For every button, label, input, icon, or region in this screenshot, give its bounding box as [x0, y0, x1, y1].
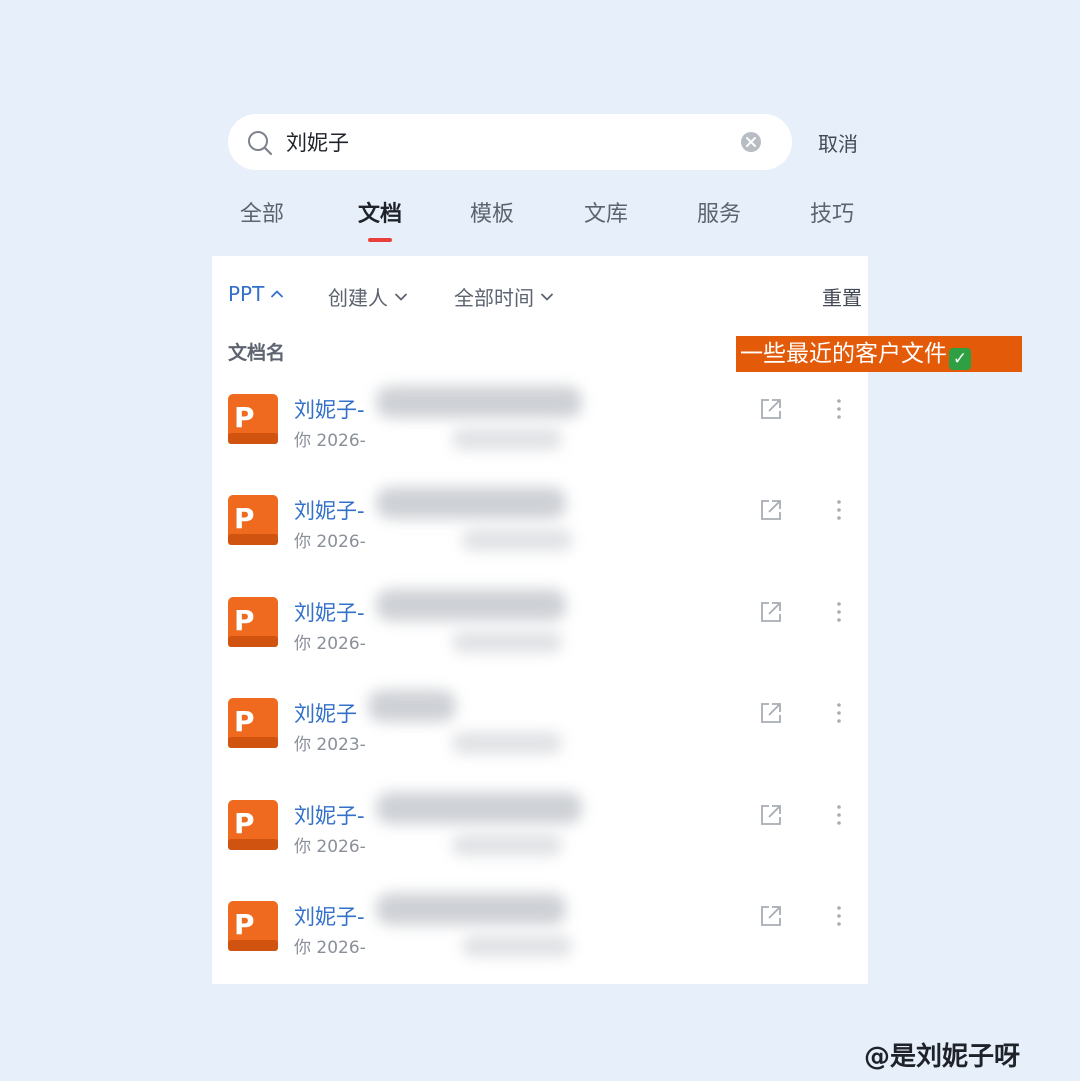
- file-meta: 你 2026-: [294, 431, 366, 451]
- filter-type-label: PPT: [228, 282, 265, 306]
- external-link-icon[interactable]: [758, 802, 784, 828]
- external-link-icon[interactable]: [758, 700, 784, 726]
- external-link-icon[interactable]: [758, 396, 784, 422]
- annotation-text: 一些最近的客户文件: [740, 341, 947, 367]
- search-icon: [248, 131, 273, 156]
- redacted-text: [376, 386, 582, 418]
- redacted-text: [452, 631, 562, 653]
- redacted-text: [376, 487, 566, 519]
- tab-tips[interactable]: 技巧: [810, 196, 854, 228]
- tab-templates[interactable]: 模板: [470, 196, 514, 228]
- filter-creator-label: 创建人: [328, 286, 388, 310]
- svg-text:P: P: [234, 401, 255, 434]
- svg-text:P: P: [234, 604, 255, 637]
- check-mark-icon: ✓: [949, 348, 971, 370]
- redacted-text: [376, 792, 582, 824]
- chevron-down-icon: [395, 293, 407, 300]
- tab-documents[interactable]: 文档: [358, 196, 402, 228]
- file-meta: 你 2023-: [294, 735, 366, 755]
- file-meta: 你 2026-: [294, 837, 366, 857]
- redacted-text: [452, 732, 562, 754]
- redacted-text: [376, 589, 566, 621]
- external-link-icon[interactable]: [758, 599, 784, 625]
- svg-text:P: P: [234, 502, 255, 535]
- redacted-text: [368, 690, 456, 722]
- file-name: 刘妮子-: [294, 398, 365, 422]
- filter-time-label: 全部时间: [454, 286, 534, 310]
- file-meta: 你 2026-: [294, 532, 366, 552]
- file-meta: 你 2026-: [294, 938, 366, 958]
- search-input[interactable]: [286, 126, 726, 158]
- file-row[interactable]: P 刘妮子- 你 2026-: [212, 487, 868, 595]
- ppt-icon: P: [228, 495, 278, 545]
- more-vertical-icon[interactable]: [830, 497, 848, 523]
- reset-button[interactable]: 重置: [822, 282, 862, 311]
- search-bar[interactable]: [228, 114, 792, 170]
- more-vertical-icon[interactable]: [830, 396, 848, 422]
- more-vertical-icon[interactable]: [830, 599, 848, 625]
- file-name: 刘妮子: [294, 702, 357, 726]
- chevron-down-icon: [541, 293, 553, 300]
- filter-type[interactable]: PPT: [228, 282, 284, 306]
- more-vertical-icon[interactable]: [830, 903, 848, 929]
- file-row[interactable]: P 刘妮子 你 2023-: [212, 690, 868, 798]
- cancel-button[interactable]: 取消: [818, 128, 858, 157]
- file-row[interactable]: P 刘妮子- 你 2026-: [212, 386, 868, 494]
- file-name: 刘妮子-: [294, 499, 365, 523]
- tab-all[interactable]: 全部: [240, 196, 284, 228]
- tab-library[interactable]: 文库: [584, 196, 628, 228]
- redacted-text: [462, 529, 572, 551]
- svg-text:P: P: [234, 705, 255, 738]
- chevron-up-icon: [271, 290, 284, 298]
- ppt-icon: P: [228, 698, 278, 748]
- external-link-icon[interactable]: [758, 497, 784, 523]
- tab-bar: 全部 文档 模板 文库 服务 技巧: [212, 192, 880, 248]
- redacted-text: [462, 935, 572, 957]
- file-name: 刘妮子-: [294, 905, 365, 929]
- clear-icon[interactable]: [740, 131, 762, 153]
- file-row[interactable]: P 刘妮子- 你 2026-: [212, 792, 868, 900]
- svg-text:P: P: [234, 807, 255, 840]
- external-link-icon[interactable]: [758, 903, 784, 929]
- file-meta: 你 2026-: [294, 634, 366, 654]
- ppt-icon: P: [228, 394, 278, 444]
- more-vertical-icon[interactable]: [830, 802, 848, 828]
- file-row[interactable]: P 刘妮子- 你 2026-: [212, 893, 868, 1001]
- file-row[interactable]: P 刘妮子- 你 2026-: [212, 589, 868, 697]
- active-tab-indicator: [368, 238, 392, 242]
- annotation-label: 一些最近的客户文件 ✓: [736, 336, 1022, 372]
- redacted-text: [452, 428, 562, 450]
- redacted-text: [452, 834, 562, 856]
- redacted-text: [376, 893, 566, 925]
- svg-text:P: P: [234, 908, 255, 941]
- filter-creator[interactable]: 创建人: [328, 282, 408, 311]
- ppt-icon: P: [228, 901, 278, 951]
- tab-services[interactable]: 服务: [697, 196, 741, 228]
- ppt-icon: P: [228, 597, 278, 647]
- watermark: @是刘妮子呀: [864, 1042, 1021, 1072]
- column-header-doc-name: 文档名: [228, 342, 286, 364]
- file-name: 刘妮子-: [294, 804, 365, 828]
- filter-time[interactable]: 全部时间: [454, 282, 554, 311]
- more-vertical-icon[interactable]: [830, 700, 848, 726]
- file-name: 刘妮子-: [294, 601, 365, 625]
- ppt-icon: P: [228, 800, 278, 850]
